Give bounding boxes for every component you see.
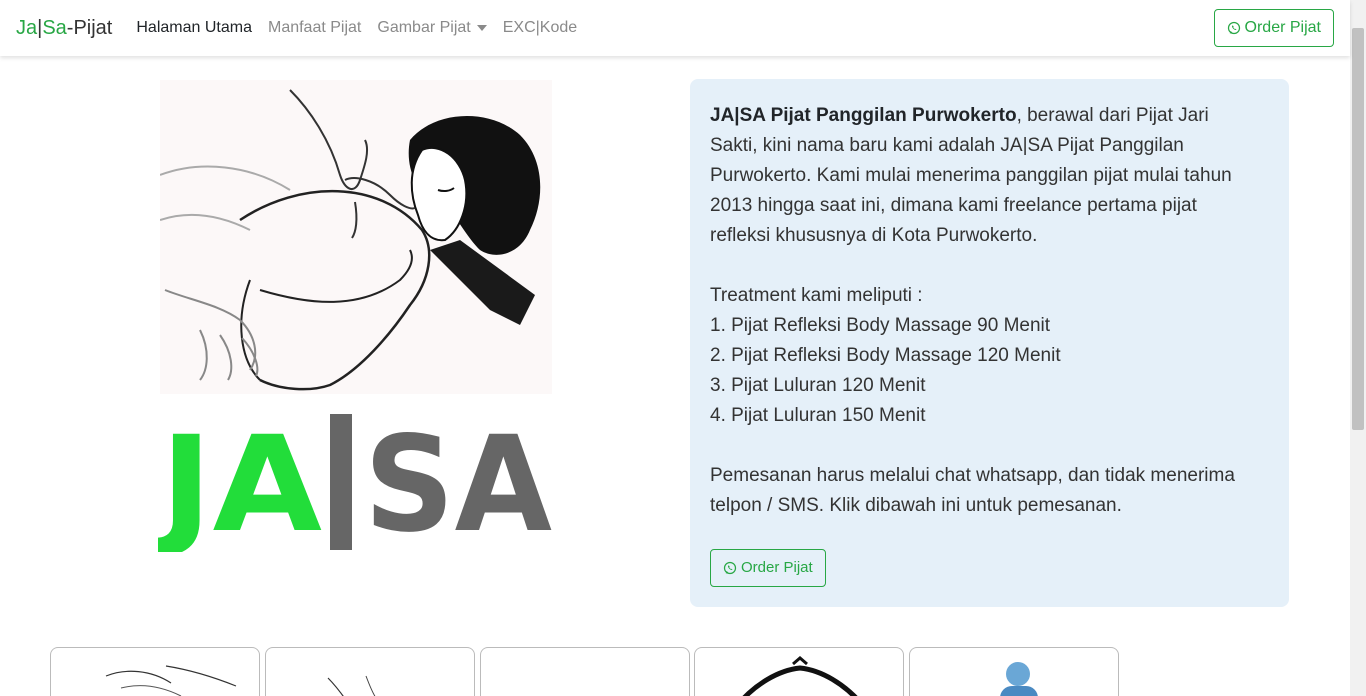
page-scrollbar[interactable] — [1350, 0, 1366, 696]
info-order-button[interactable]: Order Pijat — [710, 549, 826, 587]
brand-ja: Ja — [16, 16, 38, 39]
treatment-item: 3. Pijat Luluran 120 Menit — [710, 375, 926, 396]
navbar-order-label: Order Pijat — [1244, 19, 1321, 36]
nav-gambar-pijat-label: Gambar Pijat — [377, 19, 471, 36]
info-order-label: Order Pijat — [741, 559, 813, 576]
scrollbar-thumb[interactable] — [1352, 28, 1364, 430]
whatsapp-icon — [723, 561, 737, 575]
intro-line-1: JA|SA Pijat Panggilan Purwokerto, berawa… — [710, 101, 1269, 131]
jasa-logo-graphic: JA SA — [151, 408, 552, 562]
thumbnail-figure — [1000, 662, 1038, 696]
thumbnail-sketch — [105, 665, 237, 696]
treatment-item: 1. Pijat Refleksi Body Massage 90 Menit — [710, 315, 1051, 336]
gallery-thumbnail-2[interactable] — [265, 647, 475, 696]
treatment-item: 4. Pijat Luluran 150 Menit — [710, 405, 926, 426]
gallery-thumbnail-3[interactable] — [480, 647, 690, 696]
intro-line-5: refleksi khususnya di Kota Purwokerto. — [710, 225, 1038, 246]
intro-line-3: Purwokerto. Kami mulai menerima panggila… — [710, 165, 1232, 186]
gallery-thumbnail-4[interactable] — [694, 647, 904, 696]
info-title: JA|SA Pijat Panggilan Purwokerto — [710, 105, 1017, 126]
intro-text-1: , berawal dari Pijat Jari — [1016, 105, 1209, 126]
nav-halaman-utama[interactable]: Halaman Utama — [136, 19, 252, 37]
brand-suffix: -Pijat — [66, 16, 113, 39]
jasa-logo: JA SA — [151, 408, 554, 562]
chevron-down-icon — [476, 24, 487, 31]
massage-illustration — [160, 80, 552, 394]
gallery-thumbnail-1[interactable] — [50, 647, 260, 696]
logo-sa-text: SA — [364, 412, 552, 552]
thumbnail-sketch — [327, 675, 376, 696]
gallery-thumbnail-5[interactable] — [909, 647, 1119, 696]
treatment-heading: Treatment kami meliputi : — [710, 285, 923, 306]
nav-manfaat-pijat[interactable]: Manfaat Pijat — [268, 19, 361, 37]
navbar: Ja|Sa-Pijat Halaman Utama Manfaat Pijat … — [0, 0, 1350, 56]
brand-sa: Sa — [42, 16, 67, 39]
intro-line-4: 2013 hingga saat ini, dimana kami freela… — [710, 195, 1197, 216]
whatsapp-icon — [1227, 21, 1240, 35]
thumbnail-sketch — [742, 656, 858, 696]
navbar-order-button[interactable]: Order Pijat — [1213, 9, 1334, 47]
treatment-item: 2. Pijat Refleksi Body Massage 120 Menit — [710, 345, 1061, 366]
intro-line-2: Sakti, kini nama baru kami adalah JA|SA … — [710, 135, 1184, 156]
info-card: JA|SA Pijat Panggilan Purwokerto, berawa… — [690, 79, 1289, 607]
nav-exc-kode[interactable]: EXC|Kode — [503, 19, 577, 37]
brand-logo[interactable]: Ja|Sa-Pijat — [16, 17, 112, 40]
massage-illustration-drawing — [160, 89, 541, 391]
logo-divider-bar — [330, 414, 352, 550]
order-note-line-2: telpon / SMS. Klik dibawah ini untuk pem… — [710, 495, 1122, 516]
logo-ja-text: JA — [158, 412, 322, 552]
order-note-line-1: Pemesanan harus melalui chat whatsapp, d… — [710, 465, 1235, 486]
nav-gambar-pijat-dropdown[interactable]: Gambar Pijat — [377, 19, 487, 37]
